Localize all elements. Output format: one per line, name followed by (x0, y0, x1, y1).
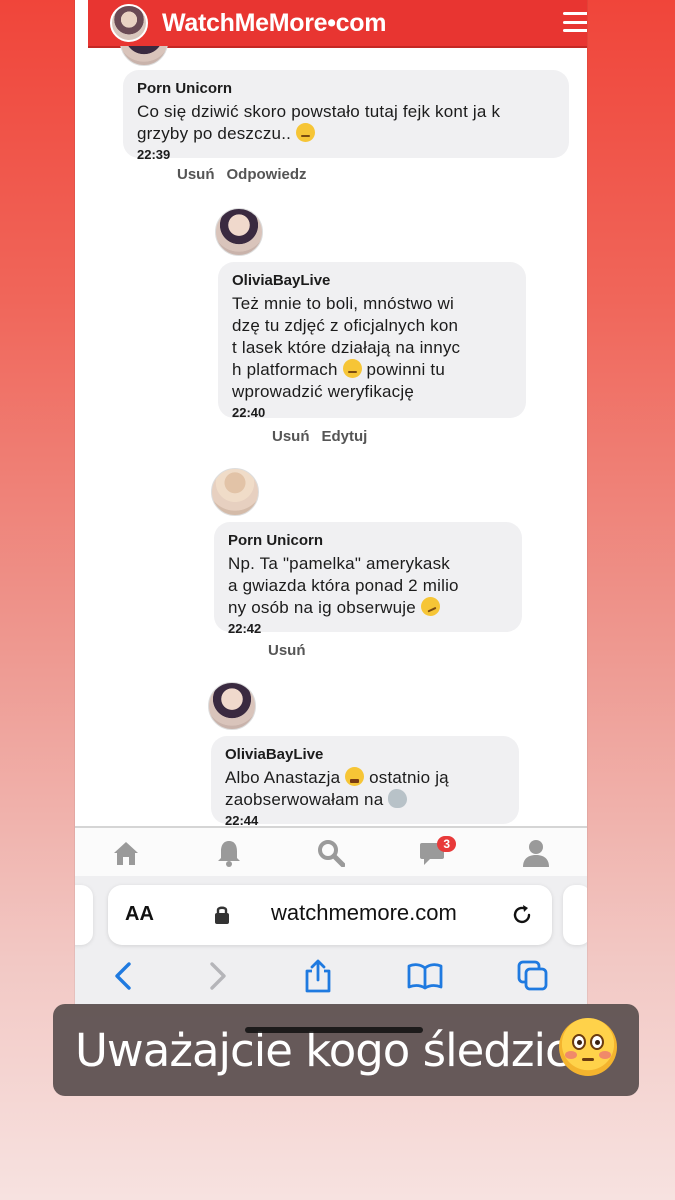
comment-actions: Usuń Odpowiedz (177, 166, 319, 183)
avatar[interactable] (120, 46, 168, 66)
rolling-laughing-icon (417, 593, 443, 620)
home-icon[interactable] (110, 838, 142, 868)
site-logo[interactable]: WatchMeMore•com (162, 9, 386, 38)
comment-text: Co się dziwić skoro powstało tutaj fejk … (137, 101, 555, 145)
reader-options-button[interactable]: AA (125, 903, 154, 926)
comment-line-part: ny osób na ig obserwuje (228, 598, 421, 617)
messages-icon[interactable]: 3 (417, 836, 457, 868)
comment-text: Też mnie to boli, mnóstwo wi dzę tu zdję… (232, 293, 512, 403)
comment-author[interactable]: OliviaBayLive (225, 746, 505, 763)
comment-text-content: Co się dziwić skoro powstało tutaj fejk … (137, 102, 501, 143)
comments-feed[interactable]: Porn Unicorn Co się dziwić skoro powstał… (75, 46, 587, 826)
comment-bubble: OliviaBayLive Albo Anastazja ostatnio ją… (211, 736, 519, 826)
comment-line-part: powinni tu (361, 360, 446, 379)
bell-icon[interactable] (213, 838, 245, 868)
edit-button[interactable]: Edytuj (322, 428, 368, 445)
comment-time: 22:42 (228, 621, 262, 636)
comment-line: Np. Ta "pamelka" amerykask (228, 554, 450, 573)
address-bar[interactable]: AA watchmemore.com (108, 885, 552, 945)
comment-line: Też mnie to boli, mnóstwo wi (232, 294, 454, 313)
messages-badge: 3 (437, 836, 457, 852)
comment-author[interactable]: Porn Unicorn (137, 80, 555, 97)
comment-line: h platformach powinni tu (232, 359, 512, 381)
lock-icon (214, 905, 230, 930)
avatar[interactable] (208, 682, 256, 730)
comment-actions: Usuń Edytuj (272, 428, 379, 445)
story-caption: Uważajcie kogo śledzicie (53, 1004, 639, 1096)
back-icon[interactable] (112, 961, 134, 996)
comment-bubble: Porn Unicorn Np. Ta "pamelka" amerykask … (214, 522, 522, 636)
delete-button[interactable]: Usuń (268, 642, 306, 659)
comment-line: Albo Anastazja ostatnio ją (225, 767, 505, 789)
avatar[interactable] (211, 468, 259, 516)
comment-line-part: ostatnio ją (364, 768, 449, 787)
dodo-icon (388, 789, 408, 808)
hamburger-icon[interactable] (563, 12, 587, 32)
profile-icon[interactable] (520, 838, 552, 868)
tabs-icon[interactable] (516, 959, 550, 998)
comment-bubble: OliviaBayLive Też mnie to boli, mnóstwo … (218, 262, 526, 420)
comment-actions: Usuń (268, 642, 318, 659)
reply-button[interactable]: Odpowiedz (227, 166, 307, 183)
reload-icon[interactable] (510, 903, 534, 932)
next-tab-pill[interactable] (563, 885, 587, 945)
bookmarks-icon[interactable] (407, 962, 443, 995)
comment-line: t lasek które działają na innyc (232, 338, 461, 357)
comment-line-part: zaobserwowałam na (225, 790, 389, 809)
delete-button[interactable]: Usuń (177, 166, 215, 183)
comment-time: 22:39 (137, 147, 171, 162)
flushed-face-icon (559, 1018, 617, 1076)
comment-time: 22:40 (232, 405, 266, 420)
site-header: WatchMeMore•com (88, 0, 587, 48)
comment-text: Albo Anastazja ostatnio ją zaobserwowała… (225, 767, 505, 811)
avatar[interactable] (215, 208, 263, 256)
browser-screen: WatchMeMore•com Porn Unicorn Co się dziw… (75, 0, 587, 1005)
site-bottom-nav: 3 (75, 826, 587, 878)
comment-text: Np. Ta "pamelka" amerykask a gwiazda któ… (228, 553, 508, 620)
comment-author[interactable]: Porn Unicorn (228, 532, 508, 549)
previous-tab-pill[interactable] (75, 885, 93, 945)
safari-toolbar: AA watchmemore.com (75, 876, 587, 1005)
comment-line: dzę tu zdjęć z oficjalnych kon (232, 316, 459, 335)
comment-line: a gwiazda która ponad 2 milio (228, 576, 459, 595)
comment-author[interactable]: OliviaBayLive (232, 272, 512, 289)
comment-line-part: h platformach (232, 360, 343, 379)
search-icon[interactable] (315, 838, 347, 868)
neutral-face-icon (295, 123, 315, 142)
comment-bubble: Porn Unicorn Co się dziwić skoro powstał… (123, 70, 569, 162)
comment-line: wprowadzić weryfikację (232, 382, 415, 401)
comment-line-part: Albo Anastazja (225, 768, 346, 787)
comment-line: ny osób na ig obserwuje (228, 593, 508, 620)
comment-line: zaobserwowałam na (225, 789, 505, 811)
frowning-face-icon (342, 359, 362, 378)
tears-of-joy-icon (345, 767, 365, 786)
browser-tool-row (75, 958, 587, 998)
url-text[interactable]: watchmemore.com (271, 900, 457, 926)
home-indicator (245, 1027, 423, 1033)
share-icon[interactable] (303, 958, 333, 999)
delete-button[interactable]: Usuń (272, 428, 310, 445)
comment-time: 22:44 (225, 813, 259, 826)
forward-icon[interactable] (207, 961, 229, 996)
header-avatar[interactable] (110, 4, 148, 42)
